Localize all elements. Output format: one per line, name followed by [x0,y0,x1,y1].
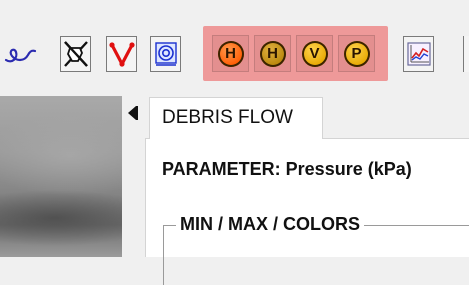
hazard-h-amber-icon: H [259,40,286,67]
panel-splitter[interactable] [122,96,145,257]
curl-stroke-icon [2,42,38,66]
map-preview-panel[interactable] [0,96,122,257]
hazard-h-orange-label: H [225,45,236,62]
red-v-icon [108,40,135,68]
hazard-p-gold-button[interactable]: P [338,35,375,72]
hazard-h-amber-label: H [267,45,278,62]
hazard-h-orange-icon: H [217,40,244,67]
hazard-v-gold-label: V [309,45,320,62]
target-circle-icon [154,41,178,67]
no-hand-cursor-icon [62,39,90,69]
tab-debris-flow[interactable]: DEBRIS FLOW [149,97,323,139]
hazard-h-amber-button[interactable]: H [254,35,291,72]
no-hand-tool-button[interactable] [60,36,91,72]
group-title: MIN / MAX / COLORS [176,214,364,235]
curl-stroke-tool-button[interactable] [0,35,40,72]
collapse-left-arrow-icon[interactable] [128,106,136,120]
hazard-p-gold-icon: P [343,40,370,67]
target-tool-button[interactable] [150,36,181,72]
next-tool-button-partial[interactable] [463,36,469,72]
hazard-p-gold-label: P [351,45,362,62]
collapse-bar-icon [136,106,138,120]
hazard-h-orange-button[interactable]: H [212,35,249,72]
toolbar: H H V P [0,0,469,96]
red-v-tool-button[interactable] [106,36,137,72]
hazard-button-group: H H V P [203,26,388,81]
line-chart-icon [406,41,432,67]
line-chart-tool-button[interactable] [403,36,434,72]
hazard-v-gold-button[interactable]: V [296,35,333,72]
hazard-v-gold-icon: V [301,40,328,67]
parameter-label: PARAMETER: Pressure (kPa) [162,159,412,179]
